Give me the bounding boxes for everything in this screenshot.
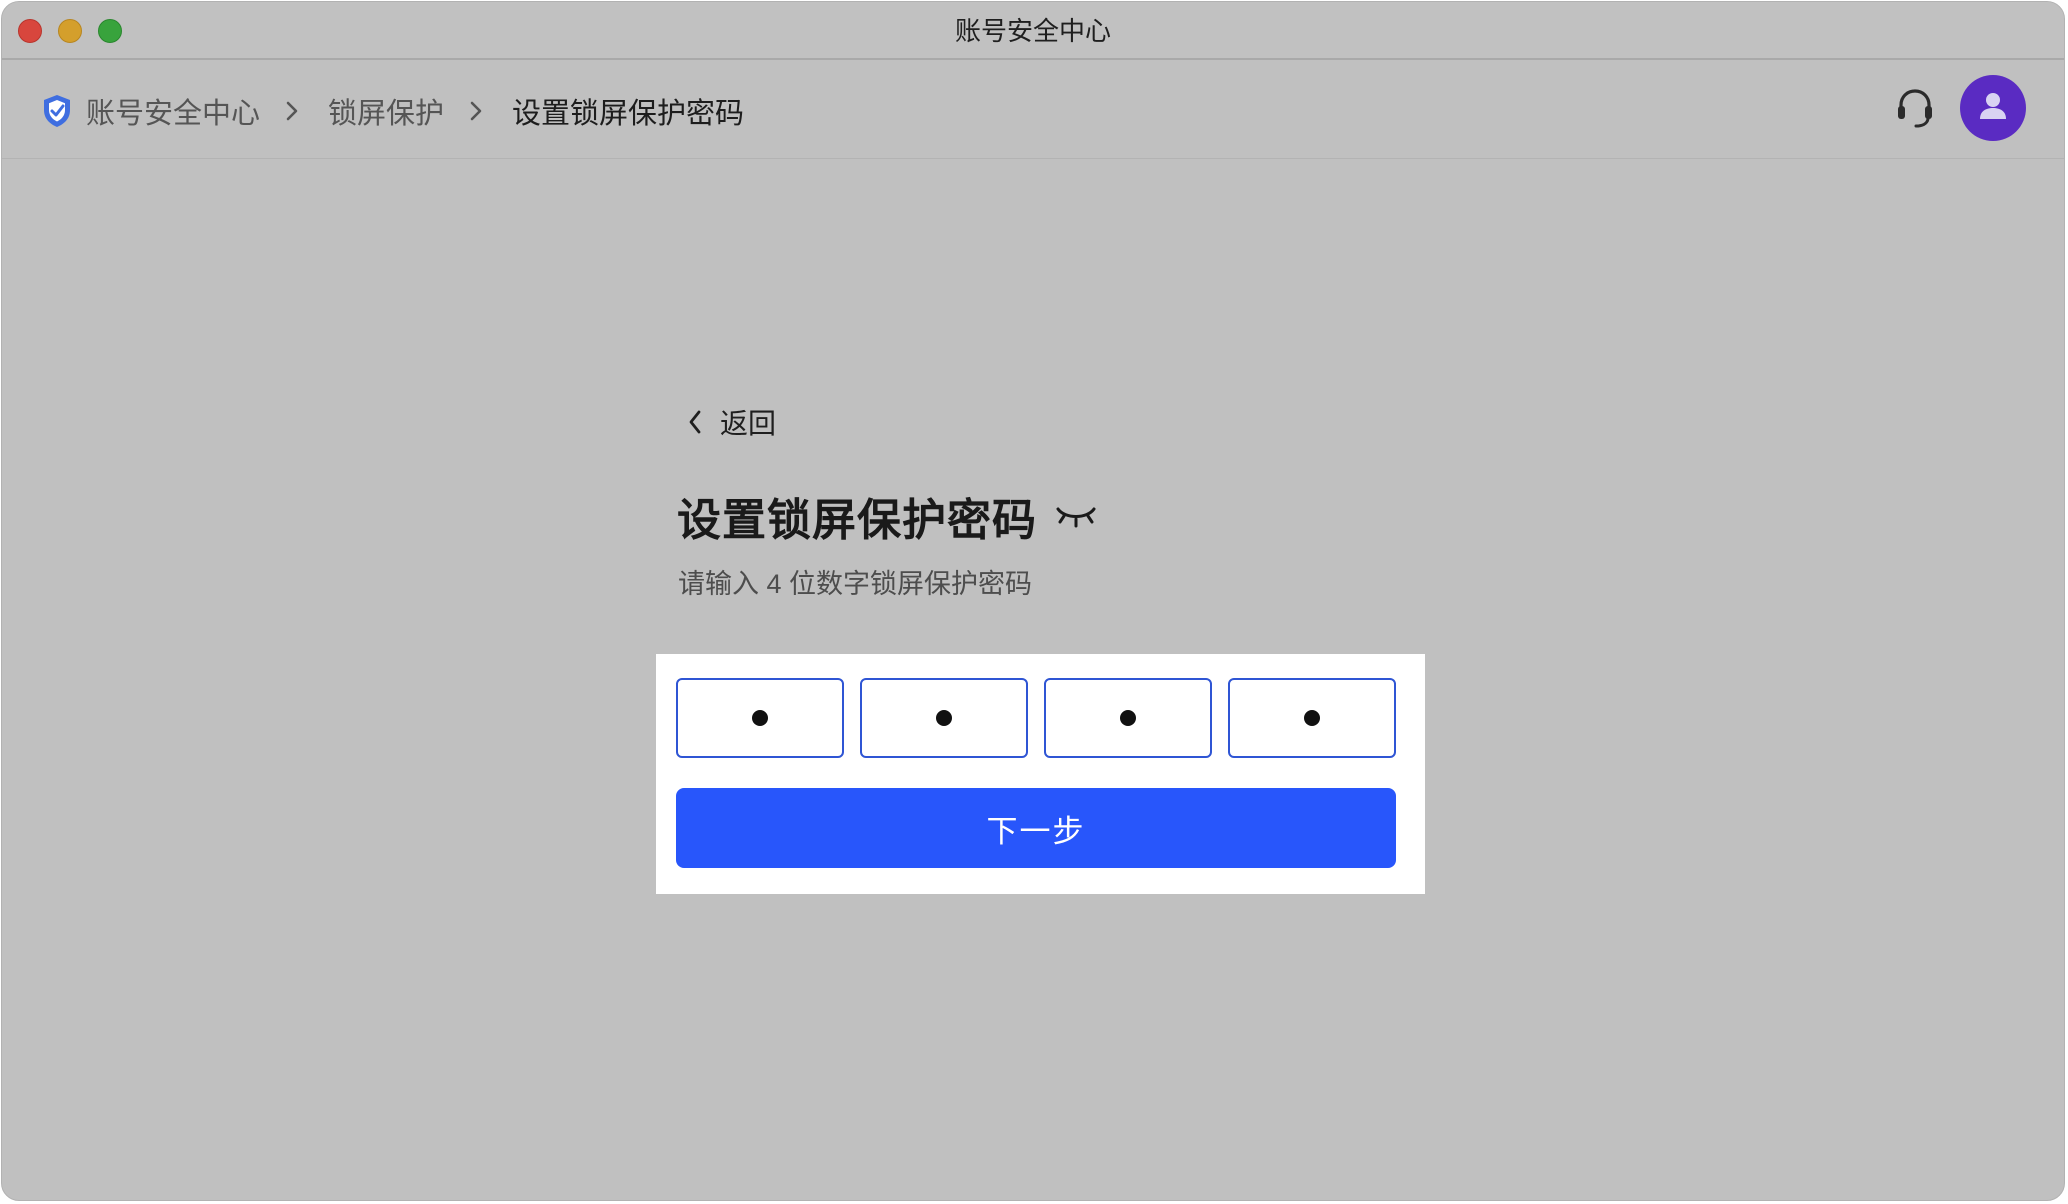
- window-title: 账号安全中心: [954, 16, 1111, 46]
- pin-filled-dot: [752, 710, 768, 726]
- pin-digit-1[interactable]: [676, 678, 844, 758]
- chevron-right-icon: [282, 101, 302, 121]
- pin-digit-3[interactable]: [1044, 678, 1212, 758]
- headset-icon: [1894, 87, 1936, 136]
- breadcrumb: 账号安全中心 锁屏保护 设置锁屏保护密码: [40, 62, 744, 159]
- pin-digit-4[interactable]: [1228, 678, 1396, 758]
- pin-entry-card: 下一步: [656, 654, 1425, 894]
- page-subtitle: 请输入 4 位数字锁屏保护密码: [678, 569, 1033, 599]
- back-label: 返回: [720, 408, 777, 439]
- customer-support-button[interactable]: [1892, 88, 1938, 134]
- avatar[interactable]: [1960, 75, 2026, 141]
- top-nav: 账号安全中心 锁屏保护 设置锁屏保护密码: [2, 62, 2064, 159]
- pin-filled-dot: [1304, 710, 1320, 726]
- breadcrumb-item-lock-screen[interactable]: 锁屏保护: [328, 90, 444, 132]
- app-window: 账号安全中心 账号安全中心 锁屏保护 设置锁屏保护密码 返回 设置锁屏保护密码 …: [1, 1, 2065, 1201]
- pin-digit-2[interactable]: [860, 678, 1028, 758]
- breadcrumb-item-current: 设置锁屏保护密码: [512, 97, 745, 130]
- next-step-button[interactable]: 下一步: [676, 788, 1396, 868]
- heading-row: 设置锁屏保护密码: [677, 486, 1099, 546]
- eye-closed-icon[interactable]: [1053, 499, 1099, 533]
- chevron-left-icon: [684, 408, 706, 436]
- user-icon: [1978, 91, 2008, 126]
- title-bar: 账号安全中心: [2, 2, 2064, 60]
- pin-filled-dot: [1120, 710, 1136, 726]
- pin-input-group: [676, 678, 1396, 758]
- back-button[interactable]: 返回: [684, 402, 776, 442]
- shield-icon: [40, 93, 74, 129]
- page-title: 设置锁屏保护密码: [677, 496, 1037, 545]
- pin-filled-dot: [936, 710, 952, 726]
- breadcrumb-item-security-center[interactable]: 账号安全中心: [86, 90, 260, 132]
- chevron-right-icon: [466, 101, 486, 121]
